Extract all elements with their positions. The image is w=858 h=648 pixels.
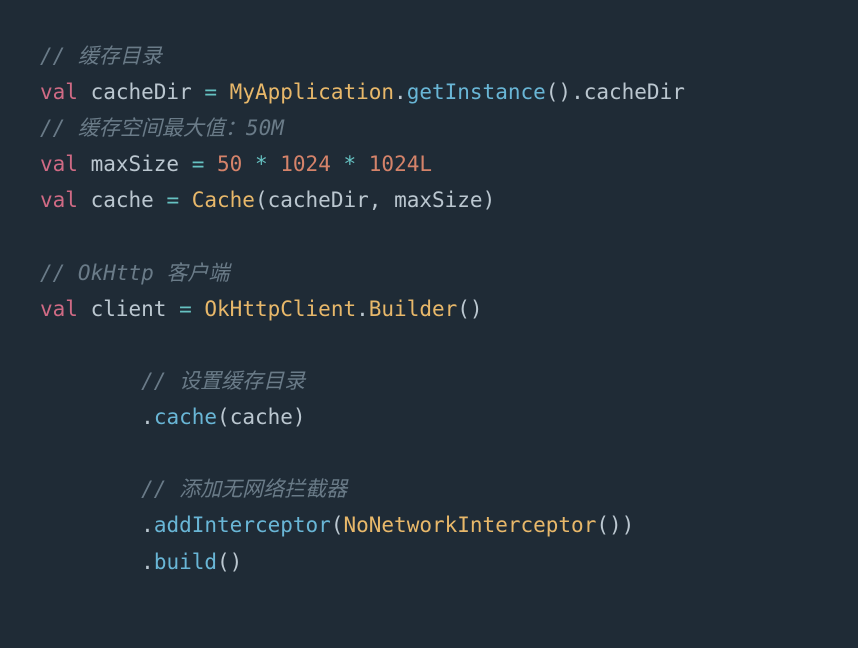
punct: . [141, 405, 154, 429]
method-call: build [154, 550, 217, 574]
comment-line: // 缓存目录 [40, 44, 162, 68]
operator: = [179, 297, 204, 321]
comment-line: // 设置缓存目录 [141, 369, 305, 393]
punct: . [141, 550, 154, 574]
operator: = [192, 152, 217, 176]
identifier: client [91, 297, 180, 321]
punct: ) [622, 513, 635, 537]
punct: , [369, 188, 394, 212]
punct: ( [255, 188, 268, 212]
indent [40, 405, 141, 429]
punct: () [596, 513, 621, 537]
comment-line: // OkHttp 客户端 [40, 261, 229, 285]
class-name: Builder [369, 297, 458, 321]
number: 1024 [280, 152, 331, 176]
method-call: addInterceptor [154, 513, 331, 537]
keyword-val: val [40, 188, 91, 212]
identifier: cacheDir [584, 80, 685, 104]
keyword-val: val [40, 80, 91, 104]
identifier: cacheDir [91, 80, 205, 104]
keyword-val: val [40, 152, 91, 176]
comment-line: // 缓存空间最大值：50M [40, 116, 284, 140]
class-name: NoNetworkInterceptor [343, 513, 596, 537]
identifier: maxSize [394, 188, 483, 212]
identifier: cache [91, 188, 167, 212]
class-name: MyApplication [230, 80, 394, 104]
identifier: cacheDir [268, 188, 369, 212]
punct: (). [546, 80, 584, 104]
punct: ( [217, 405, 230, 429]
punct: . [141, 513, 154, 537]
identifier: cache [230, 405, 293, 429]
operator: = [166, 188, 191, 212]
punct: ) [293, 405, 306, 429]
punct: ) [483, 188, 496, 212]
indent [40, 369, 141, 393]
number: 1024L [369, 152, 432, 176]
code-block: // 缓存目录 val cacheDir = MyApplication.get… [40, 38, 818, 580]
comment-line: // 添加无网络拦截器 [141, 477, 347, 501]
punct: () [457, 297, 482, 321]
class-name: Cache [192, 188, 255, 212]
class-name: OkHttpClient [204, 297, 356, 321]
number: 50 [217, 152, 242, 176]
indent [40, 550, 141, 574]
indent [40, 513, 141, 537]
punct: . [394, 80, 407, 104]
operator: * [331, 152, 369, 176]
operator: = [204, 80, 229, 104]
method-call: getInstance [407, 80, 546, 104]
punct: ( [331, 513, 344, 537]
punct: . [356, 297, 369, 321]
punct: () [217, 550, 242, 574]
indent [40, 477, 141, 501]
method-call: cache [154, 405, 217, 429]
identifier: maxSize [91, 152, 192, 176]
operator: * [242, 152, 280, 176]
keyword-val: val [40, 297, 91, 321]
